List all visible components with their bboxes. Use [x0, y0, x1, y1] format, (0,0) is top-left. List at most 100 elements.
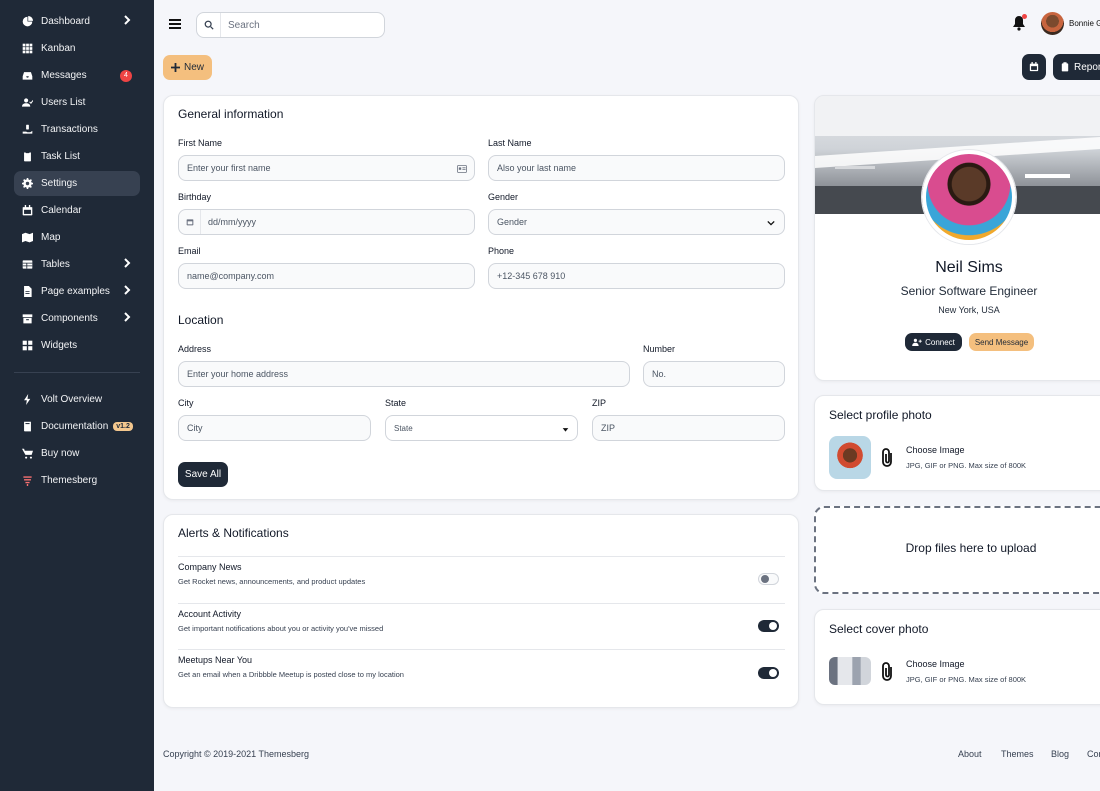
sidebar-item-components[interactable]: Components	[14, 306, 140, 331]
chevron-right-icon	[122, 258, 134, 270]
username[interactable]: Bonnie G	[1069, 19, 1100, 28]
clipboard-icon	[1061, 62, 1069, 72]
last-name-label: Last Name	[488, 138, 532, 148]
account-activity-toggle[interactable]	[758, 620, 779, 632]
number-field[interactable]: No.	[643, 361, 785, 387]
themesberg-logo-icon	[20, 474, 34, 488]
company-news-toggle[interactable]	[758, 573, 779, 585]
book-icon	[20, 420, 34, 434]
birthday-field[interactable]: dd/mm/yyyy	[178, 209, 475, 235]
alert-title: Meetups Near You	[178, 655, 253, 665]
sidebar-item-widgets[interactable]: Widgets	[14, 333, 140, 358]
sidebar-item-buy-now[interactable]: Buy now	[14, 441, 140, 466]
gender-select[interactable]: Gender	[488, 209, 785, 235]
chevron-right-icon	[122, 15, 134, 27]
email-label: Email	[178, 246, 201, 256]
save-all-button[interactable]: Save All	[178, 462, 228, 487]
first-name-label: First Name	[178, 138, 223, 148]
address-field[interactable]: Enter your home address	[178, 361, 630, 387]
sidebar-item-label: Components	[41, 313, 98, 324]
map-icon	[20, 231, 34, 245]
sidebar-item-calendar[interactable]: Calendar	[14, 198, 140, 223]
last-name-field[interactable]: Also your last name	[488, 155, 785, 181]
connect-button[interactable]: Connect	[905, 333, 962, 351]
sidebar-item-label: Kanban	[41, 43, 76, 54]
alert-description: Get Rocket news, announcements, and prod…	[178, 577, 366, 586]
meetups-toggle[interactable]	[758, 667, 779, 679]
sidebar-item-label: Settings	[41, 178, 78, 189]
caret-down-icon	[562, 428, 569, 432]
widgets-icon	[20, 339, 34, 353]
new-button[interactable]: New	[163, 55, 212, 80]
sidebar-item-label: Widgets	[41, 340, 78, 351]
sidebar-divider	[14, 372, 140, 373]
user-check-icon	[20, 96, 34, 110]
alert-title: Account Activity	[178, 609, 242, 619]
first-name-field[interactable]: Enter your first name	[178, 155, 475, 181]
profile-photo-thumbnail	[829, 436, 871, 479]
sidebar-item-users-list[interactable]: Users List	[14, 90, 140, 115]
sidebar-item-page-examples[interactable]: Page examples	[14, 279, 140, 304]
connect-label: Connect	[925, 337, 955, 347]
footer-link-contact[interactable]: Contact	[1087, 749, 1100, 759]
sidebar-item-transactions[interactable]: Transactions	[14, 117, 140, 142]
cover-photo-thumbnail	[829, 657, 871, 685]
sidebar-item-label: Themesberg	[41, 475, 98, 486]
last-name-placeholder: Also your last name	[497, 163, 577, 173]
sidebar-item-messages[interactable]: Messages 4	[14, 63, 140, 88]
sidebar-item-map[interactable]: Map	[14, 225, 140, 250]
phone-field[interactable]: +12-345 678 910	[488, 263, 785, 289]
sidebar-item-tables[interactable]: Tables	[14, 252, 140, 277]
sidebar-item-label: Page examples	[41, 286, 110, 297]
sidebar-item-label: Task List	[41, 151, 80, 162]
version-badge: v1.2	[113, 422, 133, 431]
dropzone[interactable]: Drop files here to upload	[814, 506, 1100, 594]
search-input[interactable]	[221, 19, 371, 31]
phone-label: Phone	[488, 246, 515, 256]
sidebar-item-label: Buy now	[41, 448, 80, 459]
cart-icon	[20, 447, 34, 461]
report-button[interactable]: Report	[1053, 54, 1100, 80]
paperclip-icon	[879, 448, 897, 473]
menu-toggle-icon[interactable]	[168, 17, 182, 31]
search-bar	[196, 12, 385, 38]
alert-row-company-news: Company News Get Rocket news, announceme…	[178, 556, 785, 603]
choose-image-link[interactable]: Choose Image	[906, 445, 965, 455]
footer-link-blog[interactable]: Blog	[1051, 749, 1069, 759]
address-placeholder: Enter your home address	[187, 369, 289, 379]
choose-image-link[interactable]: Choose Image	[906, 659, 965, 669]
calendar-icon	[1029, 62, 1039, 72]
send-message-button[interactable]: Send Message	[969, 333, 1034, 351]
footer-link-themes[interactable]: Themes	[1001, 749, 1034, 759]
user-avatar[interactable]	[1041, 12, 1064, 35]
gender-value: Gender	[497, 217, 528, 227]
gender-label: Gender	[488, 192, 519, 202]
profile-photo-title: Select profile photo	[829, 408, 932, 422]
sidebar-item-label: Calendar	[41, 205, 82, 216]
city-field[interactable]: City	[178, 415, 371, 441]
calendar-button[interactable]	[1022, 54, 1046, 80]
profile-name: Neil Sims	[935, 259, 1003, 276]
zip-label: ZIP	[592, 398, 607, 408]
zip-field[interactable]: ZIP	[592, 415, 785, 441]
sidebar-item-kanban[interactable]: Kanban	[14, 36, 140, 61]
sidebar-item-label: Volt Overview	[41, 394, 103, 405]
profile-role: Senior Software Engineer	[900, 284, 1038, 298]
profile-location: New York, USA	[938, 305, 1000, 315]
state-select[interactable]: State	[385, 415, 578, 441]
alert-title: Company News	[178, 562, 242, 572]
city-placeholder: City	[187, 423, 203, 433]
sidebar-item-documentation[interactable]: Documentation v1.2	[14, 414, 140, 439]
sidebar-item-volt-overview[interactable]: Volt Overview	[14, 387, 140, 412]
sidebar-item-task-list[interactable]: Task List	[14, 144, 140, 169]
email-field[interactable]: name@company.com	[178, 263, 475, 289]
sidebar-item-themesberg[interactable]: Themesberg	[14, 468, 140, 493]
address-label: Address	[178, 344, 212, 354]
sidebar-item-settings[interactable]: Settings	[14, 171, 140, 196]
copyright-text: Copyright © 2019-2021 Themesberg	[163, 749, 310, 759]
footer-link-about[interactable]: About	[958, 749, 982, 759]
zip-placeholder: ZIP	[601, 423, 616, 433]
document-icon	[20, 285, 34, 299]
sidebar-item-dashboard[interactable]: Dashboard	[14, 9, 140, 34]
paperclip-icon	[879, 662, 897, 687]
